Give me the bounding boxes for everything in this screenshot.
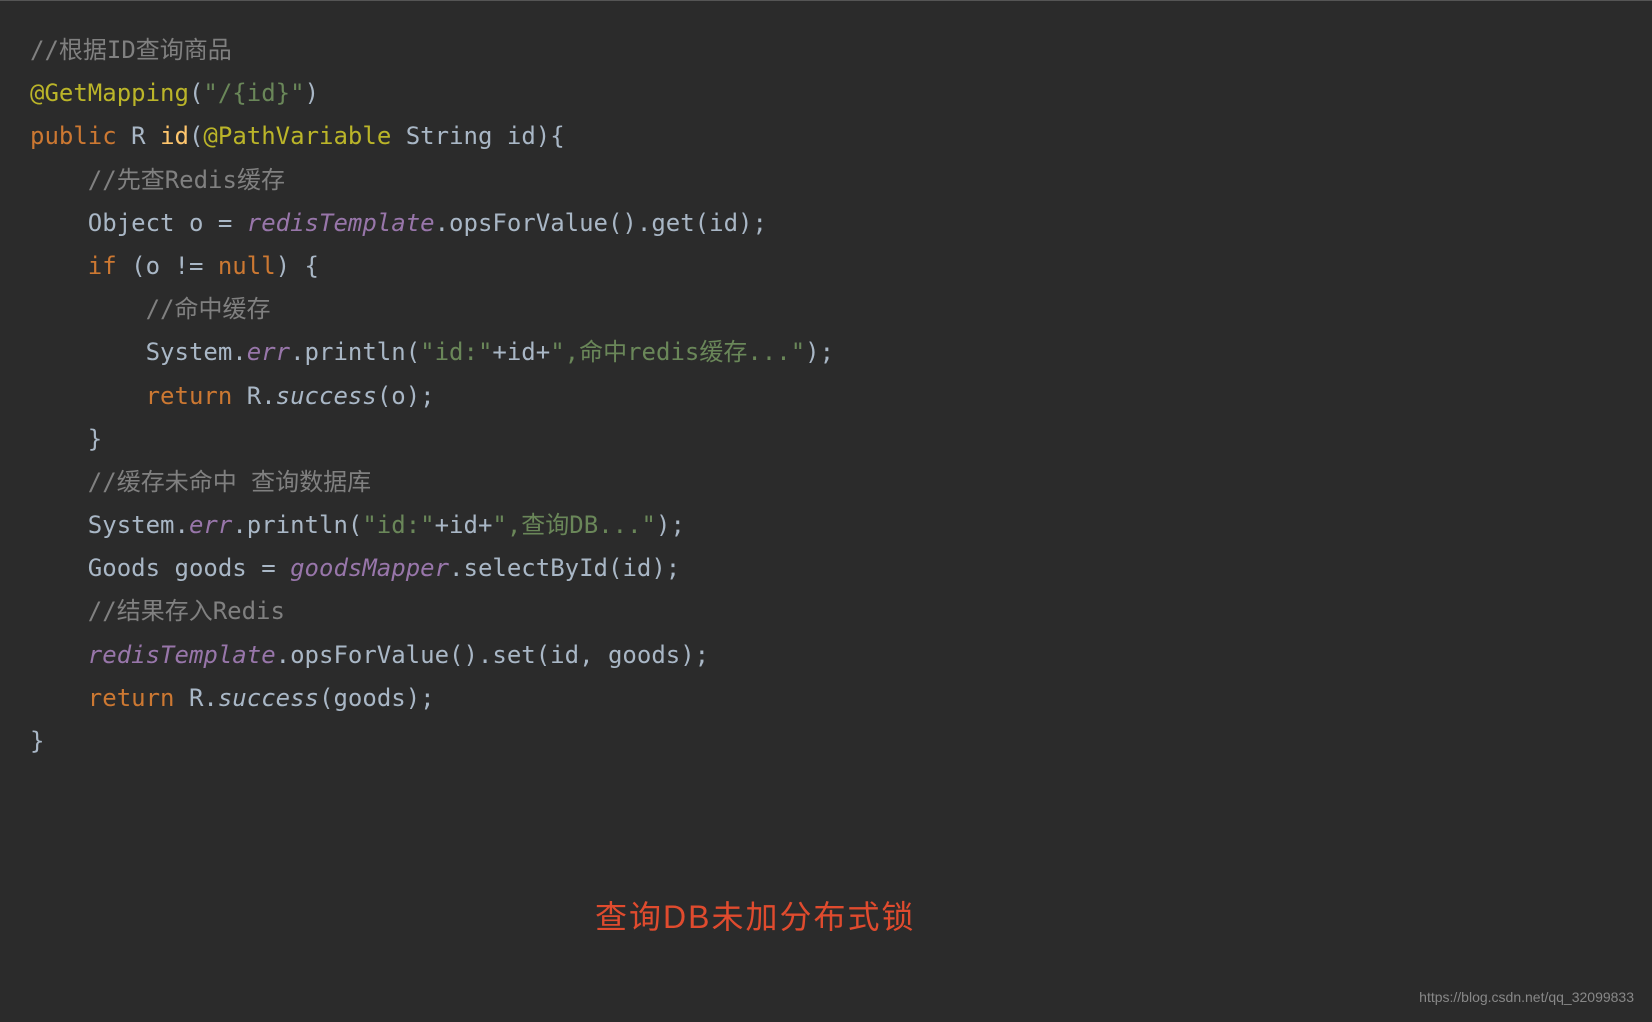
code-text: .println(	[290, 338, 420, 366]
comment-text: //缓存未命中 查询数据库	[30, 468, 371, 496]
code-line: if (o != null) {	[30, 245, 1622, 288]
static-method: success	[218, 684, 319, 712]
annotation-overlay: 查询DB未加分布式锁	[595, 889, 915, 947]
keyword: return	[30, 382, 247, 410]
code-text: (o);	[377, 382, 435, 410]
code-text: +id+	[492, 338, 550, 366]
comment-text: //命中缓存	[30, 295, 271, 323]
paren: ){	[536, 122, 565, 150]
keyword: null	[218, 252, 276, 280]
code-text: }	[30, 727, 44, 755]
keyword: public	[30, 122, 131, 150]
code-text: .selectById(id);	[449, 554, 680, 582]
code-text: );	[805, 338, 834, 366]
paren: (	[189, 79, 203, 107]
code-text	[30, 641, 88, 669]
comment-text: //先查Redis缓存	[30, 166, 285, 194]
field: err	[247, 338, 290, 366]
string-literal: ",命中redis缓存..."	[550, 338, 805, 366]
field: goodsMapper	[290, 554, 449, 582]
code-line: }	[30, 720, 1622, 763]
code-line: redisTemplate.opsForValue().set(id, good…	[30, 634, 1622, 677]
comment-text: //结果存入Redis	[30, 597, 285, 625]
code-text: System.	[30, 338, 247, 366]
code-line: }	[30, 418, 1622, 461]
field: err	[189, 511, 232, 539]
code-text: .opsForValue().set(id, goods);	[276, 641, 709, 669]
annotation-token: @GetMapping	[30, 79, 189, 107]
string-literal: ",查询DB..."	[492, 511, 656, 539]
method-name: id	[160, 122, 189, 150]
code-text: System.	[30, 511, 189, 539]
code-line: @GetMapping("/{id}")	[30, 72, 1622, 115]
keyword: return	[30, 684, 189, 712]
code-line: //缓存未命中 查询数据库	[30, 461, 1622, 504]
code-line: return R.success(o);	[30, 375, 1622, 418]
param: String id	[406, 122, 536, 150]
code-text: Object o =	[30, 209, 247, 237]
string-literal: "/{id}"	[203, 79, 304, 107]
code-text: }	[30, 425, 102, 453]
code-line: Object o = redisTemplate.opsForValue().g…	[30, 202, 1622, 245]
watermark-text: https://blog.csdn.net/qq_32099833	[1419, 985, 1634, 1010]
code-text: );	[656, 511, 685, 539]
paren: (	[189, 122, 203, 150]
code-text: (goods);	[319, 684, 435, 712]
code-text: .opsForValue().get(id);	[435, 209, 767, 237]
code-line: //先查Redis缓存	[30, 159, 1622, 202]
code-line: public R id(@PathVariable String id){	[30, 115, 1622, 158]
code-text: R.	[189, 684, 218, 712]
code-text: ) {	[276, 252, 319, 280]
code-line: return R.success(goods);	[30, 677, 1622, 720]
code-text: (o !=	[131, 252, 218, 280]
code-line: //结果存入Redis	[30, 590, 1622, 633]
code-line: System.err.println("id:"+id+",命中redis缓存.…	[30, 331, 1622, 374]
field: redisTemplate	[247, 209, 435, 237]
code-line: //根据ID查询商品	[30, 29, 1622, 72]
code-line: //命中缓存	[30, 288, 1622, 331]
keyword: if	[30, 252, 131, 280]
paren: )	[305, 79, 319, 107]
static-method: success	[276, 382, 377, 410]
code-text: +id+	[435, 511, 493, 539]
code-text: .println(	[232, 511, 362, 539]
code-editor: //根据ID查询商品 @GetMapping("/{id}") public R…	[0, 0, 1652, 791]
code-text: Goods goods =	[30, 554, 290, 582]
type: R	[131, 122, 160, 150]
annotation-token: @PathVariable	[203, 122, 405, 150]
code-line: Goods goods = goodsMapper.selectById(id)…	[30, 547, 1622, 590]
code-text: R.	[247, 382, 276, 410]
comment-text: //根据ID查询商品	[30, 36, 232, 64]
field: redisTemplate	[88, 641, 276, 669]
string-literal: "id:"	[420, 338, 492, 366]
string-literal: "id:"	[362, 511, 434, 539]
code-line: System.err.println("id:"+id+",查询DB...");	[30, 504, 1622, 547]
